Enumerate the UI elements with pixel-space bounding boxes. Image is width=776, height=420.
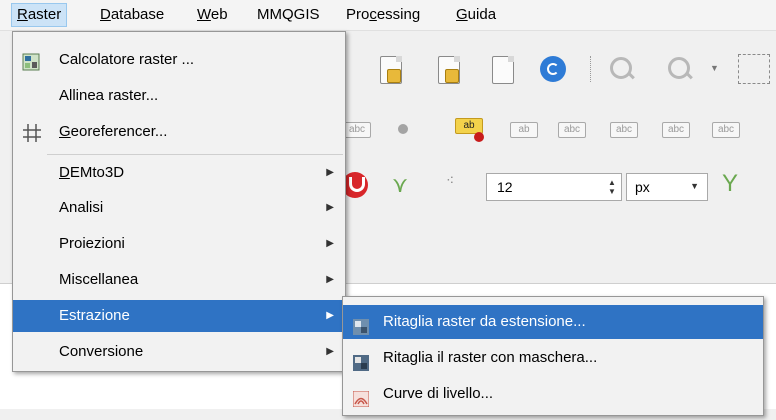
refresh-icon[interactable] (540, 56, 566, 82)
identify-icon[interactable] (610, 57, 632, 79)
menu-item-analisi[interactable]: Analisi ▶ (13, 192, 345, 224)
diagram-icon[interactable] (398, 124, 408, 134)
menu-item-demto3d[interactable]: DEMto3D ▶ (13, 157, 345, 189)
label-pin-icon (474, 132, 484, 142)
submenu-item-ritaglia-estensione[interactable]: Ritaglia raster da estensione... (343, 305, 763, 339)
unit-value: px (635, 179, 650, 195)
menu-mmqgis[interactable]: MMQGIS (252, 4, 325, 26)
georeferencer-grid-icon (22, 123, 41, 142)
zoom-dropdown-icon[interactable] (668, 57, 690, 79)
chevron-down-icon[interactable]: ▼ (710, 63, 719, 73)
menu-processing[interactable]: Processing (341, 4, 425, 26)
menu-item-proiezioni[interactable]: Proiezioni ▶ (13, 228, 345, 260)
rotate-label-icon[interactable]: abc (662, 122, 690, 138)
snap-segment-icon[interactable]: ⁖ (446, 172, 454, 189)
change-label-icon[interactable]: abc (712, 122, 740, 138)
submenu-item-curve-di-livello[interactable]: Curve di livello... (343, 377, 763, 411)
menu-item-estrazione[interactable]: Estrazione ▶ (13, 300, 345, 332)
select-features-icon[interactable] (738, 54, 770, 84)
submenu-item-ritaglia-maschera[interactable]: Ritaglia il raster con maschera... (343, 341, 763, 375)
submenu-arrow-icon: ▶ (326, 346, 334, 357)
chevron-down-icon: ▼ (690, 181, 699, 191)
menu-item-georeferencer[interactable]: Georeferencer... (13, 116, 345, 148)
report-icon[interactable] (492, 56, 514, 84)
menu-item-calcolatore-raster[interactable]: Calcolatore raster ... (13, 44, 345, 76)
show-hide-label-icon[interactable]: abc (558, 122, 586, 138)
clip-raster-mask-icon (353, 350, 369, 371)
submenu-arrow-icon: ▶ (326, 167, 334, 178)
move-label-icon[interactable]: abc (610, 122, 638, 138)
font-size-stepper[interactable]: 12 ▲ ▼ (486, 173, 622, 201)
tracing-icon[interactable]: Y (722, 170, 738, 198)
submenu-arrow-icon: ▶ (326, 202, 334, 213)
menu-raster[interactable]: Raster (11, 3, 68, 27)
font-size-value: 12 (497, 179, 513, 195)
menu-web[interactable]: Web (192, 4, 233, 26)
menu-database[interactable]: Database (95, 4, 169, 26)
toolbar-separator (590, 56, 593, 82)
stepper-arrows-icon[interactable]: ▲ ▼ (606, 178, 618, 196)
raster-menu: Calcolatore raster ... Allinea raster...… (12, 31, 346, 372)
submenu-arrow-icon: ▶ (326, 238, 334, 249)
unit-select[interactable]: px ▼ (626, 173, 708, 201)
contour-icon (352, 386, 370, 408)
menu-item-conversione[interactable]: Conversione ▶ (13, 336, 345, 368)
estrazione-submenu: Ritaglia raster da estensione... Ritagli… (342, 296, 764, 416)
submenu-arrow-icon: ▶ (326, 310, 334, 321)
menu-item-miscellanea[interactable]: Miscellanea ▶ (13, 264, 345, 296)
new-layout-icon[interactable] (380, 56, 402, 84)
clip-raster-extent-icon (353, 314, 369, 335)
vertex-snap-icon[interactable]: ⋎ (392, 172, 408, 198)
raster-calculator-icon (22, 51, 40, 71)
menu-item-allinea-raster[interactable]: Allinea raster... (13, 80, 345, 112)
menu-raster-rest: aster (27, 6, 62, 23)
menu-separator (47, 154, 343, 155)
submenu-arrow-icon: ▶ (326, 274, 334, 285)
menu-bar: Raster Database Web MMQGIS Processing Gu… (0, 0, 776, 31)
menu-guida[interactable]: Guida (451, 4, 501, 26)
pin-label-icon[interactable]: ab (510, 122, 538, 138)
label-abc-icon[interactable]: abc (343, 122, 371, 138)
layout-manager-icon[interactable] (438, 56, 460, 84)
